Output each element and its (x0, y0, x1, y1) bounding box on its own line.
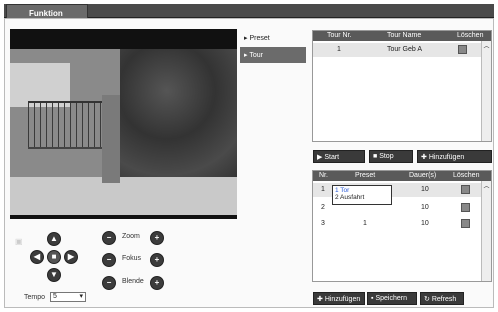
dropdown-option[interactable]: 1 Tor (335, 187, 389, 194)
driveway (10, 177, 237, 215)
start-label: Start (324, 154, 340, 161)
add-tour-button[interactable]: ✚ Hinzufügen (417, 150, 492, 163)
col-header: Tour Nr. (327, 32, 352, 39)
scrollbar[interactable]: ︿ (481, 41, 491, 141)
delete-icon[interactable] (461, 203, 470, 212)
tour-nr: 1 (337, 46, 341, 53)
preset-duration: 10 (421, 220, 429, 227)
zoom-in-button[interactable]: + (150, 231, 164, 245)
snapshot-icon[interactable]: ▣ (15, 237, 23, 246)
start-button[interactable]: ▶ Start (313, 150, 365, 163)
nav-item-label: Preset (249, 35, 270, 42)
iris-label: Blende (122, 278, 144, 285)
col-header: Nr. (319, 172, 328, 179)
col-header: Löschen (453, 172, 480, 179)
preset-nr: 1 (321, 186, 325, 193)
arrow-right-icon[interactable]: ▶ (64, 250, 78, 264)
add-label: Hinzufügen (428, 154, 465, 161)
arrow-down-icon[interactable]: ▼ (47, 268, 61, 282)
nav-item-label: Tour (249, 52, 263, 59)
table-row[interactable]: 3 1 10 (313, 217, 481, 231)
col-header: Preset (355, 172, 376, 179)
col-header: Dauer(s) (409, 172, 437, 179)
tour-table: Tour Nr. Tour Name Löschen 1 Tour Geb A … (312, 30, 492, 142)
speed-label: Tempo (24, 294, 46, 301)
save-button[interactable]: ▪ Speichern (367, 292, 417, 305)
preset-nr: 2 (321, 204, 325, 211)
speed-select[interactable]: 5 ▾ (50, 292, 86, 302)
arrow-up-icon[interactable]: ▲ (47, 232, 61, 246)
focus-far-button[interactable]: + (150, 253, 164, 267)
preset-nr: 3 (321, 220, 325, 227)
focus-near-button[interactable]: − (102, 253, 116, 267)
video-view: ▣ (10, 29, 237, 246)
nav-item-tour[interactable]: ▸ Tour (240, 47, 306, 63)
stop-label: Stop (379, 153, 394, 160)
delete-icon[interactable] (461, 185, 470, 194)
refresh-label: Refresh (431, 296, 457, 303)
zoom-label: Zoom (122, 233, 140, 240)
gate (28, 101, 103, 149)
preset-dropdown[interactable]: 1 Tor 2 Ausfahrt (332, 185, 392, 205)
col-header: Löschen (457, 32, 484, 39)
scrollbar[interactable]: ︿ (481, 181, 491, 281)
preset-duration: 10 (421, 186, 429, 193)
col-header: Tour Name (387, 32, 422, 39)
preset-duration: 10 (421, 204, 429, 211)
camera-image (10, 49, 237, 215)
table-row[interactable]: 1 Tour Geb A (313, 43, 481, 57)
delete-icon[interactable] (461, 219, 470, 228)
add-preset-button[interactable]: ✚ Hinzufügen (313, 292, 365, 305)
iris-close-button[interactable]: − (102, 276, 116, 290)
preset-table-header: Nr. Preset Dauer(s) Löschen (313, 171, 491, 181)
stop-button[interactable]: ■ Stop (369, 150, 413, 163)
trees (120, 49, 237, 189)
save-label: Speichern (375, 295, 407, 302)
preset-value: 1 (363, 220, 367, 227)
speed-value: 5 (53, 293, 57, 300)
delete-icon[interactable] (458, 45, 467, 54)
dropdown-option[interactable]: 2 Ausfahrt (335, 194, 389, 201)
gate-pillar (102, 95, 120, 183)
arrow-left-icon[interactable]: ◀ (30, 250, 44, 264)
chevron-down-icon: ▾ (79, 293, 83, 300)
zoom-out-button[interactable]: − (102, 231, 116, 245)
tour-name: Tour Geb A (387, 46, 423, 53)
center-icon[interactable]: ■ (47, 250, 61, 264)
refresh-button[interactable]: ↻ Refresh (420, 292, 464, 305)
iris-open-button[interactable]: + (150, 276, 164, 290)
focus-label: Fokus (122, 255, 142, 262)
tour-table-header: Tour Nr. Tour Name Löschen (313, 31, 491, 41)
nav-item-preset[interactable]: ▸ Preset (240, 30, 306, 46)
add-label: Hinzufügen (324, 296, 361, 303)
